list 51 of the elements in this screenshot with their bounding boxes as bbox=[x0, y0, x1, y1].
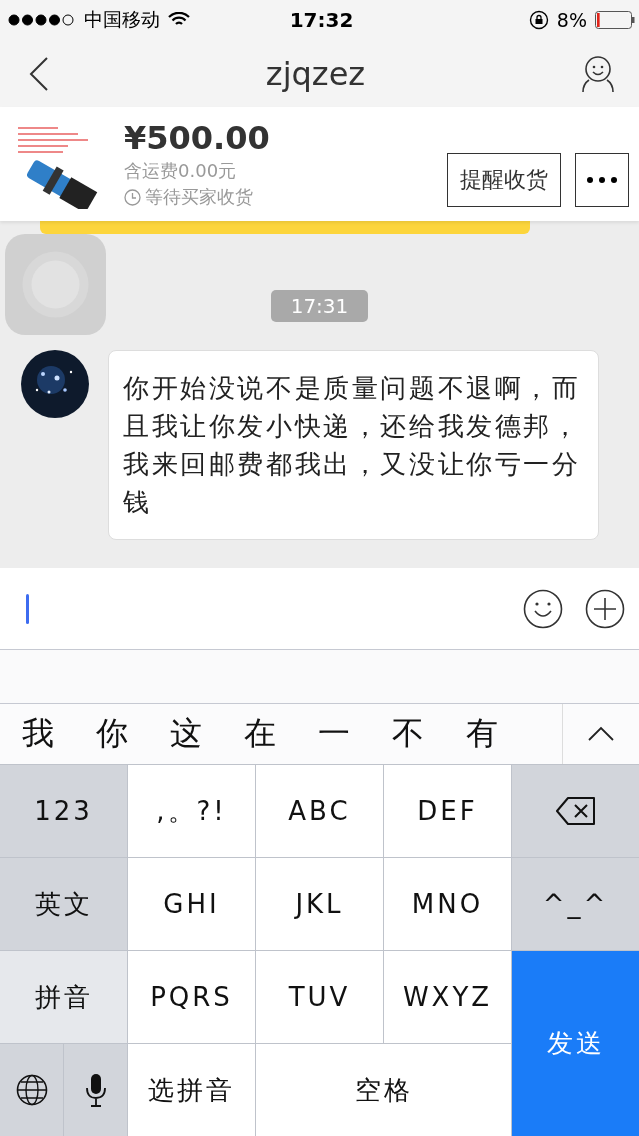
clock-icon bbox=[124, 188, 141, 206]
globe-key[interactable] bbox=[0, 1044, 63, 1136]
more-button[interactable] bbox=[575, 153, 629, 208]
text-cursor bbox=[26, 593, 29, 624]
candidate-word[interactable]: 你 bbox=[96, 712, 128, 756]
backspace-icon bbox=[555, 797, 596, 825]
message-timestamp: 17:31 bbox=[270, 289, 369, 322]
keyboard-key[interactable]: ABC bbox=[256, 765, 383, 857]
microphone-icon bbox=[84, 1073, 107, 1107]
candidate-word[interactable]: 这 bbox=[170, 712, 202, 756]
keyboard-key[interactable]: ^_^ bbox=[512, 858, 639, 950]
shipping-fee: 含运费0.00元 bbox=[124, 159, 238, 184]
candidate-word[interactable]: 有 bbox=[466, 712, 498, 756]
candidate-word[interactable]: 不 bbox=[392, 712, 424, 756]
keyboard-key[interactable]: WXYZ bbox=[384, 951, 511, 1043]
candidate-word[interactable]: 在 bbox=[244, 712, 276, 756]
keyboard-key[interactable]: PQRS bbox=[128, 951, 255, 1043]
keyboard-key[interactable]: TUV bbox=[256, 951, 383, 1043]
keyboard-key[interactable]: 123 bbox=[0, 765, 127, 857]
keyboard-key[interactable]: ,。?! bbox=[128, 765, 255, 857]
mic-key[interactable] bbox=[64, 1044, 127, 1136]
keyboard-key[interactable]: 英文 bbox=[0, 858, 127, 950]
person-icon[interactable] bbox=[581, 55, 615, 92]
battery-percent: 8% bbox=[556, 8, 587, 31]
candidate-word[interactable]: 我 bbox=[22, 712, 54, 756]
space-key[interactable]: 空格 bbox=[256, 1044, 511, 1136]
chat-title: zjqzez bbox=[265, 54, 366, 93]
order-status: 等待买家收货 bbox=[145, 185, 253, 210]
back-icon[interactable] bbox=[28, 55, 50, 92]
more-icon bbox=[587, 177, 617, 184]
rotation-lock-icon bbox=[528, 9, 549, 30]
globe-icon bbox=[15, 1074, 48, 1106]
emoji-icon[interactable] bbox=[523, 588, 563, 629]
order-price: ¥500.00 bbox=[124, 119, 271, 158]
battery-icon bbox=[595, 10, 635, 29]
keyboard-key[interactable]: GHI bbox=[128, 858, 255, 950]
plus-icon[interactable] bbox=[585, 588, 625, 629]
keyboard-key[interactable]: 选拼音 bbox=[128, 1044, 255, 1136]
status-time: 17:32 bbox=[289, 7, 354, 32]
send-key[interactable]: 发送 bbox=[512, 951, 639, 1136]
delete-key[interactable] bbox=[512, 765, 639, 857]
remind-button[interactable]: 提醒收货 bbox=[447, 153, 561, 208]
order-card[interactable]: ¥500.00 含运费0.00元 等待买家收货 提醒收货 bbox=[0, 107, 639, 221]
signal-icon bbox=[8, 13, 76, 26]
carrier-name: 中国移动 bbox=[84, 6, 160, 32]
keyboard-key[interactable]: 拼音 bbox=[0, 951, 127, 1043]
keyboard-key[interactable]: DEF bbox=[384, 765, 511, 857]
candidate-word[interactable]: 一 bbox=[318, 712, 350, 756]
keyboard-key[interactable]: MNO bbox=[384, 858, 511, 950]
message-bubble: 你开始没说不是质量问题不退啊，而且我让你发小快递，还给我发德邦，我来回邮费都我出，又没让你亏一分钱 bbox=[108, 349, 599, 540]
keyboard-key[interactable]: JKL bbox=[256, 858, 383, 950]
